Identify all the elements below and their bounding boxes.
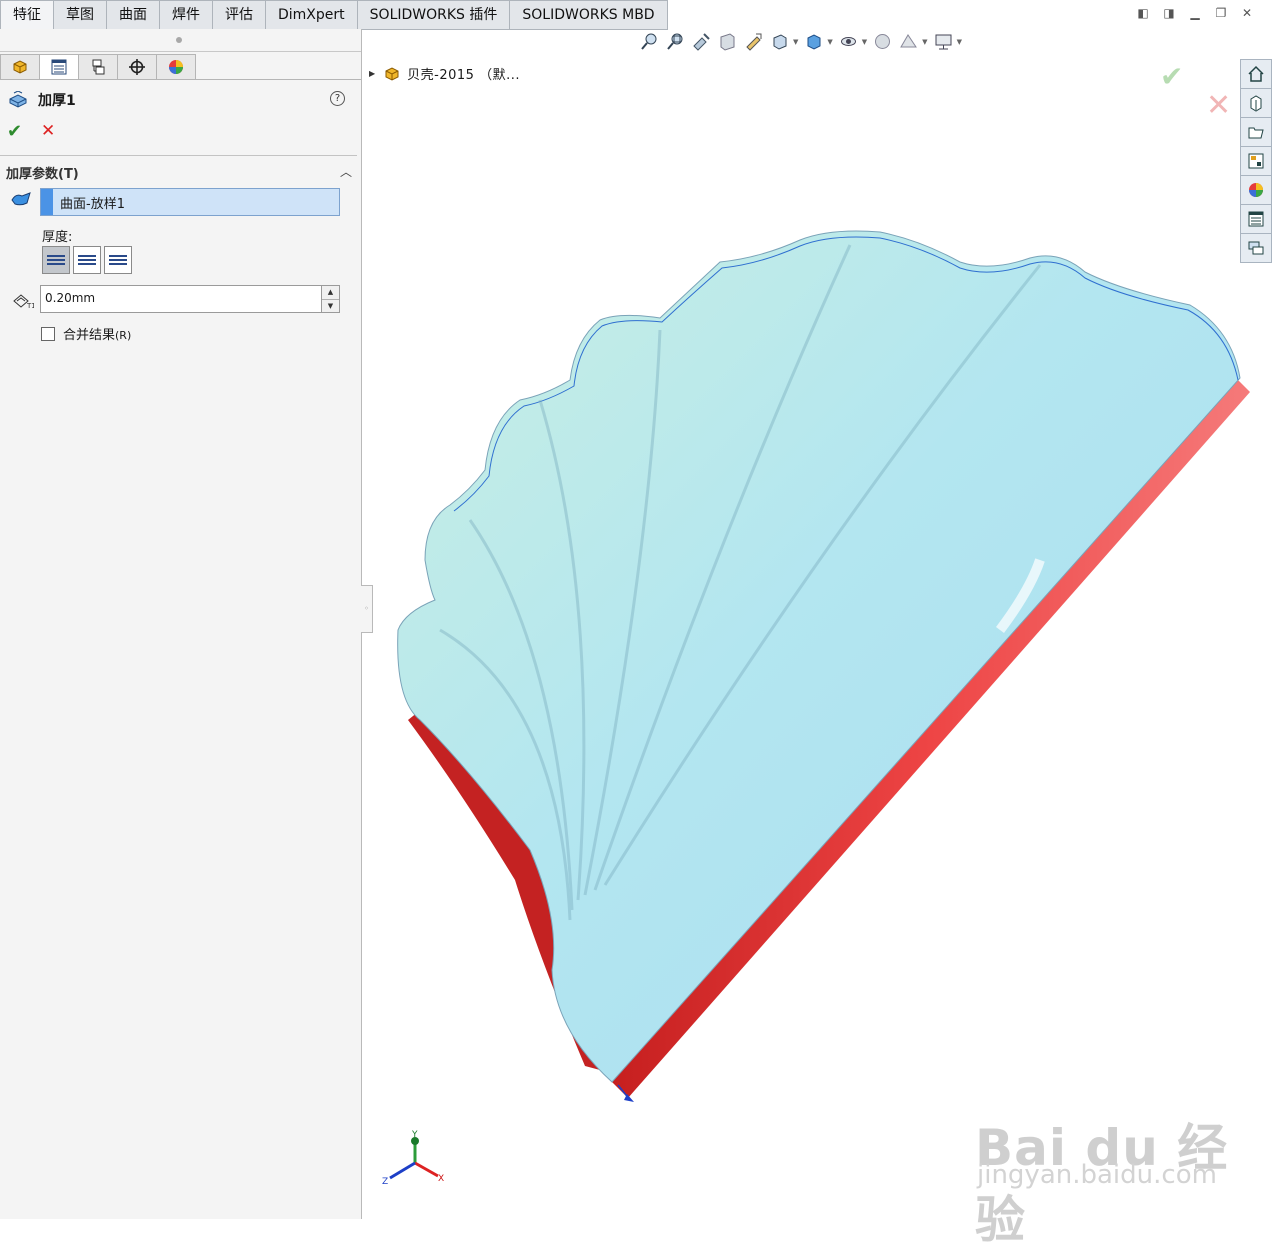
chevron-down-icon[interactable]: ▼ <box>922 38 927 46</box>
restore-icon[interactable]: ❐ <box>1208 6 1234 20</box>
minimize-icon[interactable]: ▁ <box>1182 6 1208 20</box>
hide-show-items-icon[interactable] <box>839 32 858 51</box>
coordinate-triad: Y X Z <box>382 1130 444 1187</box>
forum-icon[interactable] <box>1240 233 1272 263</box>
shell-surface[interactable] <box>397 230 1241 1083</box>
flyout-feature-tree[interactable]: ▶ 贝壳-2015 （默... <box>369 64 520 83</box>
tile-right-icon[interactable]: ◨ <box>1156 6 1182 20</box>
task-pane-tabs <box>1240 59 1272 263</box>
confirm-ok-button[interactable]: ✔ <box>1160 60 1183 93</box>
display-style-icon[interactable] <box>804 32 823 51</box>
part-name[interactable]: 贝壳-2015 （默... <box>407 64 520 83</box>
heads-up-view-toolbar: ▼ ▼ ▼ ▼ ▼ <box>640 32 968 51</box>
view-orientation-icon[interactable] <box>770 32 789 51</box>
confirm-cancel-button[interactable]: ✕ <box>1206 88 1231 123</box>
custom-properties-icon[interactable] <box>1240 204 1272 233</box>
tile-left-icon[interactable]: ◧ <box>1130 6 1156 20</box>
expand-arrow-icon[interactable]: ▶ <box>369 69 375 78</box>
chevron-down-icon[interactable]: ▼ <box>827 38 832 46</box>
apply-scene-icon[interactable] <box>899 32 918 51</box>
chevron-down-icon[interactable]: ▼ <box>862 38 867 46</box>
triad-x-label: X <box>438 1174 444 1184</box>
window-controls: ◧ ◨ ▁ ❐ ✕ <box>1130 6 1260 20</box>
triad-z-axis <box>389 1161 416 1180</box>
previous-view-icon[interactable] <box>692 32 711 51</box>
zoom-to-fit-icon[interactable] <box>640 32 659 51</box>
edit-appearance-icon[interactable] <box>873 32 892 51</box>
home-icon[interactable] <box>1240 59 1272 88</box>
section-view-icon[interactable] <box>718 32 737 51</box>
chevron-down-icon[interactable]: ▼ <box>793 38 798 46</box>
view-settings-icon[interactable] <box>934 32 953 51</box>
view-palette-icon[interactable] <box>1240 146 1272 175</box>
watermark-url: jingyan.baidu.com <box>977 1160 1217 1190</box>
part-icon <box>385 66 399 81</box>
zoom-to-area-icon[interactable] <box>666 32 685 51</box>
dynamic-annotation-icon[interactable] <box>744 32 763 51</box>
triad-z-label: Z <box>382 1177 388 1187</box>
chevron-down-icon[interactable]: ▼ <box>957 38 962 46</box>
triad-x-axis <box>414 1161 439 1178</box>
appearances-icon[interactable] <box>1240 175 1272 204</box>
close-icon[interactable]: ✕ <box>1234 6 1260 20</box>
triad-y-label: Y <box>411 1130 418 1140</box>
file-explorer-icon[interactable] <box>1240 117 1272 146</box>
model-view[interactable] <box>0 0 1272 1219</box>
design-library-icon[interactable] <box>1240 88 1272 117</box>
